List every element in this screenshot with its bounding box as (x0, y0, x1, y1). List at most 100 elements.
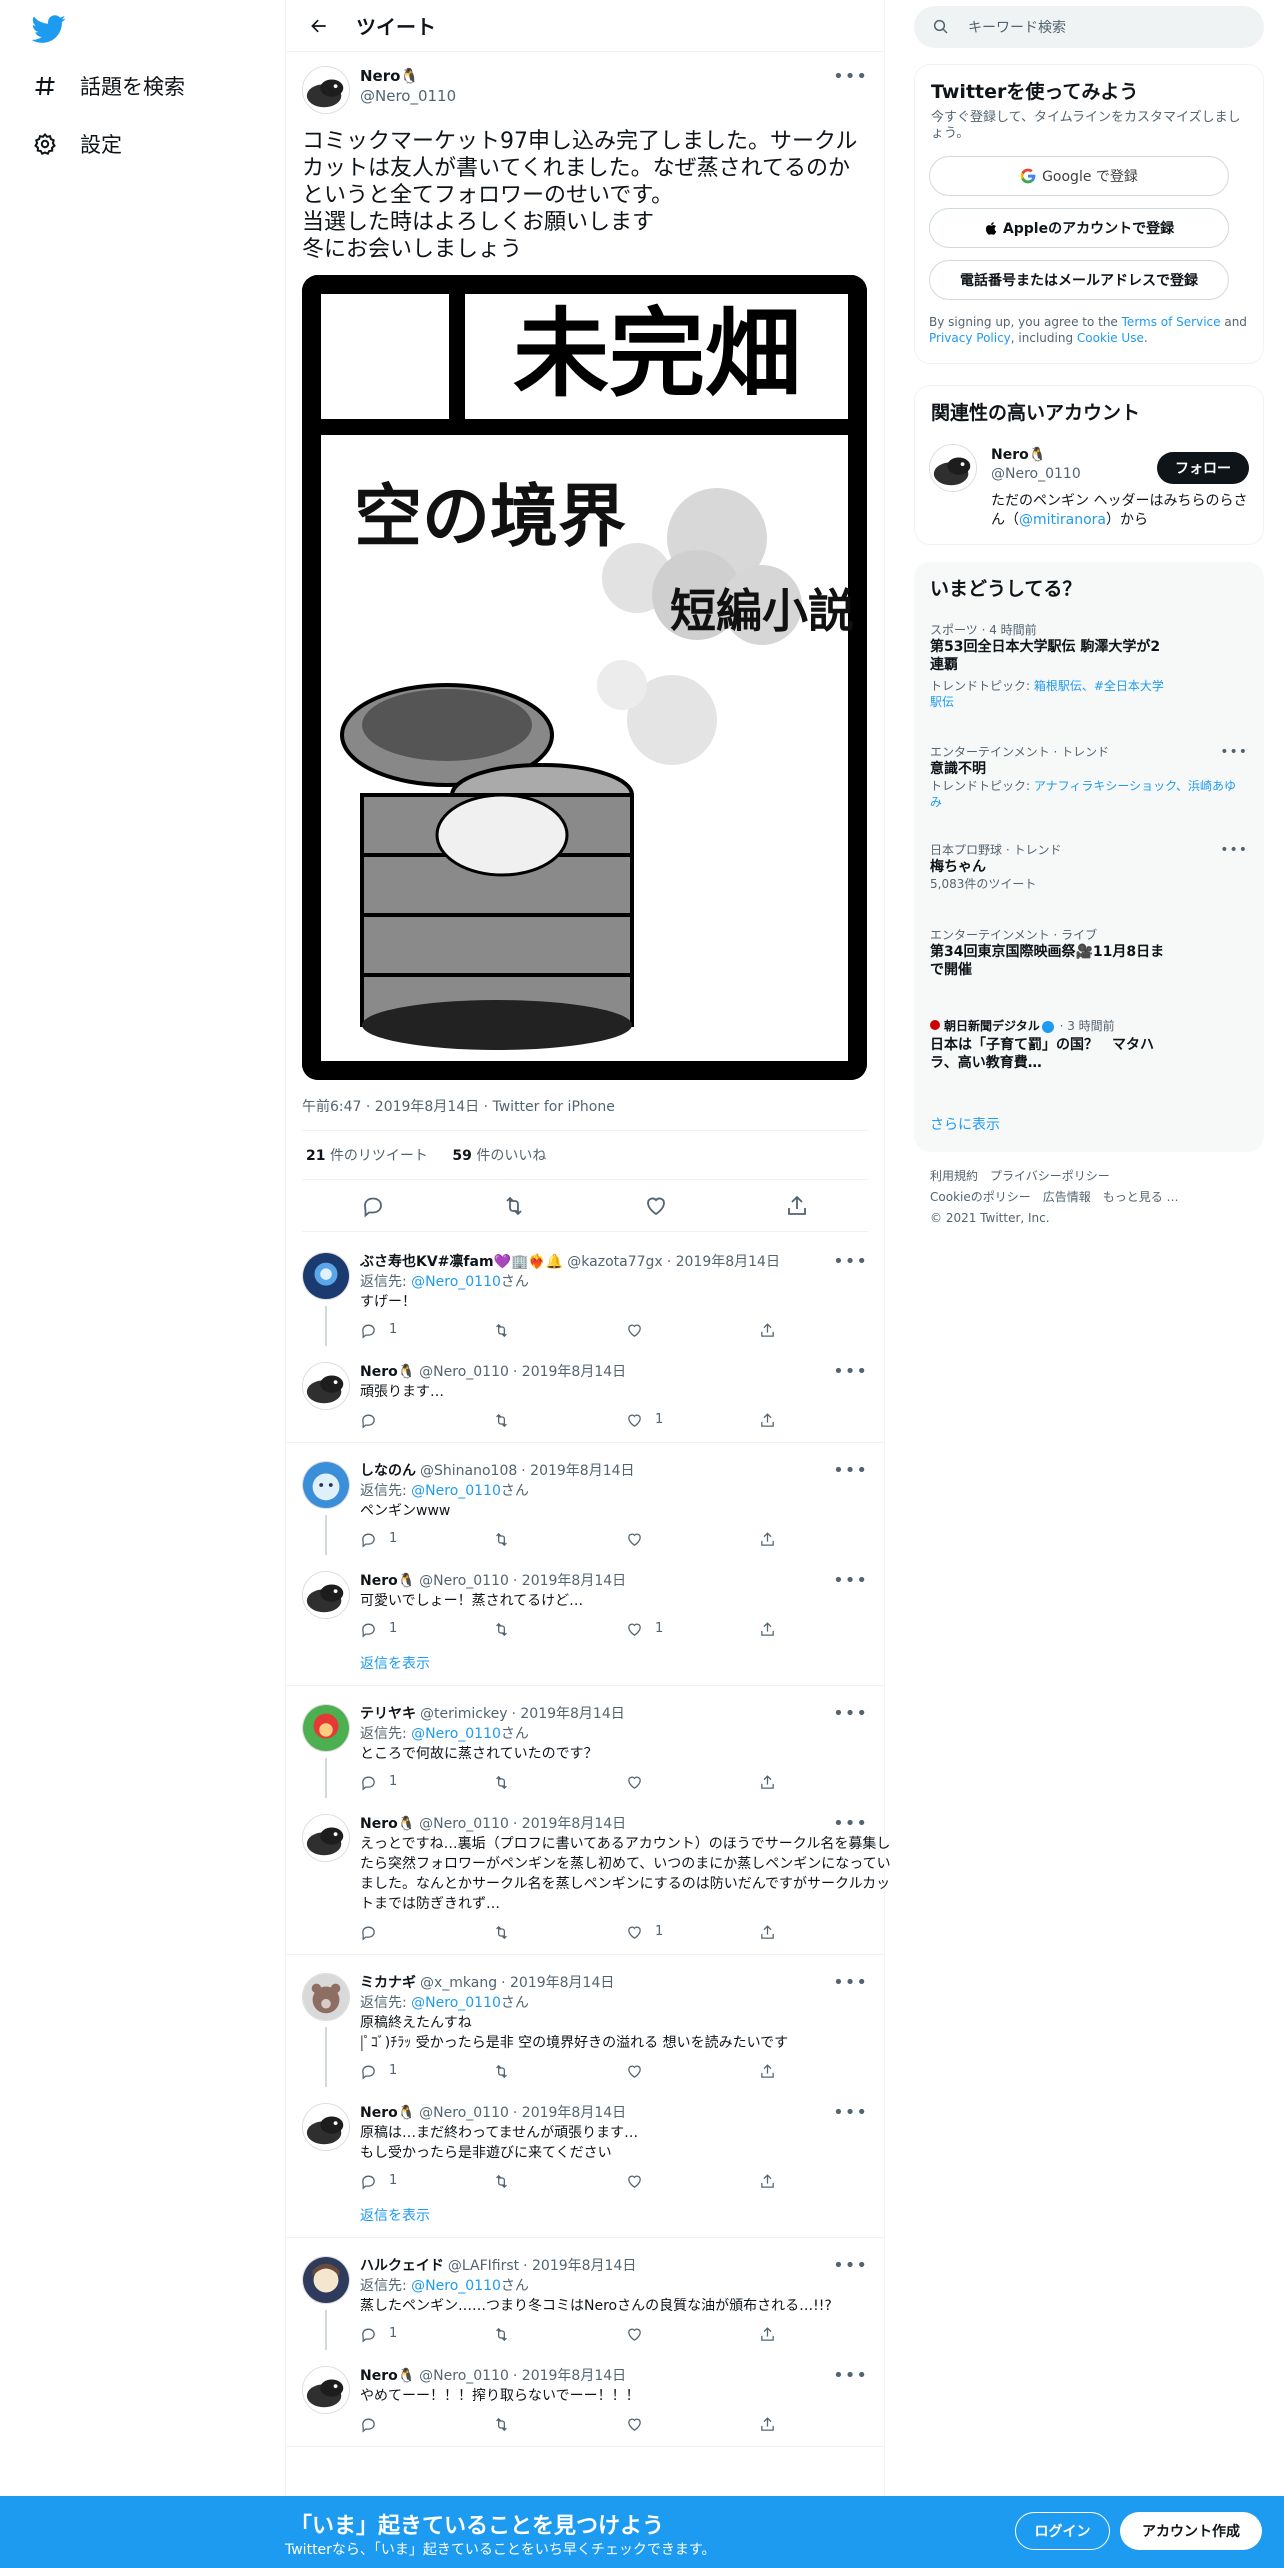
twitter-bird-icon[interactable] (30, 12, 68, 46)
heart-icon[interactable] (626, 1924, 643, 1941)
reply-to-mention[interactable]: @Nero_0110 (411, 1483, 501, 1499)
trend-item[interactable]: 日本プロ野球 · トレンド 梅ちゃん 5,083件のツイート ••• (914, 842, 1264, 892)
heart-icon[interactable] (626, 2173, 643, 2190)
footer-line-2[interactable]: Cookieのポリシー 広告情報 もっと見る … (930, 1187, 1179, 1208)
reply-author-handle[interactable]: @Nero_0110 (419, 2366, 509, 2386)
search-input[interactable]: キーワード検索 (968, 17, 1066, 37)
retweet-icon[interactable] (493, 1531, 510, 1548)
share-icon[interactable] (759, 2063, 776, 2080)
share-icon[interactable] (759, 2416, 776, 2433)
reply-tweet[interactable]: ハルクェイド @LAFIfirst · 2019年8月14日 ••• 返信先: @Ner… (286, 2250, 884, 2360)
apple-signup-button[interactable]: Appleのアカウントで登録 (929, 208, 1229, 248)
retweet-icon[interactable] (493, 1412, 510, 1429)
reply-author-name[interactable]: Nero🐧 (360, 1362, 415, 1382)
reply-date[interactable]: · 2019年8月14日 (523, 2256, 636, 2276)
heart-icon[interactable] (626, 2416, 643, 2433)
reply-date[interactable]: · 2019年8月14日 (513, 2366, 626, 2386)
terms-link[interactable]: Terms of Service (1122, 315, 1221, 329)
reply-tweet[interactable]: ミカナギ @x_mkang · 2019年8月14日 ••• 返信先: @Nero_01… (286, 1967, 884, 2097)
avatar[interactable] (302, 1814, 350, 1862)
heart-icon[interactable] (626, 2063, 643, 2080)
cookie-link[interactable]: Cookie Use (1077, 331, 1144, 345)
retweet-icon[interactable] (493, 2173, 510, 2190)
heart-icon[interactable] (626, 1531, 643, 1548)
reply-icon[interactable] (360, 1621, 377, 1638)
related-name[interactable]: Nero🐧 (991, 446, 1081, 465)
reply-author-handle[interactable]: @Nero_0110 (419, 2103, 509, 2123)
like-stat[interactable]: 59 件のいいね (452, 1148, 546, 1164)
reply-icon[interactable] (360, 2063, 377, 2080)
search-box[interactable]: キーワード検索 (914, 6, 1264, 48)
reply-to-mention[interactable]: @Nero_0110 (411, 1995, 501, 2011)
reply-tweet[interactable]: Nero🐧 @Nero_0110 · 2019年8月14日 ••• えっとですね…裏垢（… (286, 1808, 891, 1954)
show-replies-link[interactable]: 返信を表示 (286, 1651, 884, 1685)
reply-tweet[interactable]: Nero🐧 @Nero_0110 · 2019年8月14日 ••• 原稿は…まだ終わって… (286, 2097, 884, 2203)
privacy-link[interactable]: Privacy Policy (929, 331, 1011, 345)
avatar[interactable] (929, 444, 977, 492)
more-options-icon[interactable]: ••• (833, 2103, 868, 2123)
reply-author-name[interactable]: ミカナギ (360, 1973, 416, 1993)
reply-tweet[interactable]: ぶさ寿也KV#凛fam💜🏢❤️‍🔥🔔 @kazota77gx · 2019年8月14… (286, 1246, 884, 1356)
login-button[interactable]: ログイン (1015, 2512, 1110, 2550)
reply-date[interactable]: · 2019年8月14日 (667, 1252, 780, 1272)
bio-mention-link[interactable]: @mitiranora (1019, 512, 1106, 528)
reply-tweet[interactable]: しなのん @Shinano108 · 2019年8月14日 ••• 返信先: @Nero… (286, 1455, 884, 1565)
reply-icon[interactable] (360, 1924, 377, 1941)
more-options-icon[interactable]: ••• (1220, 842, 1248, 858)
more-options-icon[interactable]: ••• (833, 1571, 868, 1591)
heart-icon[interactable] (626, 1412, 643, 1429)
reply-date[interactable]: · 2019年8月14日 (513, 1814, 626, 1834)
reply-author-name[interactable]: Nero🐧 (360, 2103, 415, 2123)
reply-author-name[interactable]: Nero🐧 (360, 1814, 415, 1834)
heart-icon[interactable] (626, 1774, 643, 1791)
reply-tweet[interactable]: Nero🐧 @Nero_0110 · 2019年8月14日 ••• 頑張ります… 1 (286, 1356, 884, 1442)
reply-author-handle[interactable]: @terimickey (420, 1704, 507, 1724)
reply-date[interactable]: · 2019年8月14日 (521, 1461, 634, 1481)
reply-date[interactable]: · 2019年8月14日 (511, 1704, 624, 1724)
share-icon[interactable] (759, 2173, 776, 2190)
reply-tweet[interactable]: Nero🐧 @Nero_0110 · 2019年8月14日 ••• やめてーー！！！搾り… (286, 2360, 884, 2446)
avatar[interactable] (302, 1571, 350, 1619)
retweet-stat[interactable]: 21 件のリツイート (306, 1148, 428, 1164)
more-options-icon[interactable]: ••• (833, 1461, 868, 1481)
reply-author-name[interactable]: テリヤキ (360, 1704, 416, 1724)
nav-settings[interactable]: 設定 (30, 124, 122, 164)
share-icon[interactable] (785, 1194, 809, 1218)
follow-button[interactable]: フォロー (1157, 452, 1249, 484)
phone-email-signup-button[interactable]: 電話番号またはメールアドレスで登録 (929, 260, 1229, 300)
back-arrow-icon[interactable] (302, 9, 336, 43)
more-options-icon[interactable]: ••• (833, 1973, 868, 1993)
reply-icon[interactable] (360, 2416, 377, 2433)
avatar[interactable] (302, 2256, 350, 2304)
more-options-icon[interactable]: ••• (833, 1704, 868, 1724)
retweet-icon[interactable] (493, 1774, 510, 1791)
footer-line-1[interactable]: 利用規約 プライバシーポリシー (930, 1166, 1179, 1187)
reply-author-name[interactable]: ぶさ寿也KV#凛fam💜🏢❤️‍🔥🔔 (360, 1252, 563, 1272)
reply-date[interactable]: · 2019年8月14日 (501, 1973, 614, 1993)
trend-item[interactable]: 朝日新聞デジタル · 3 時間前 日本は「子育て罰」の国？ マタハラ、高い教育費… (914, 1018, 1264, 1072)
reply-tweet[interactable]: Nero🐧 @Nero_0110 · 2019年8月14日 ••• 可愛いでしょー！蒸さ… (286, 1565, 884, 1651)
tweet-image[interactable]: 未完畑 空の境界 短編小説 (302, 275, 867, 1080)
reply-date[interactable]: · 2019年8月14日 (513, 1362, 626, 1382)
avatar[interactable] (302, 1461, 350, 1509)
heart-icon[interactable] (644, 1194, 668, 1218)
related-handle[interactable]: @Nero_0110 (991, 465, 1081, 484)
heart-icon[interactable] (626, 1322, 643, 1339)
reply-icon[interactable] (360, 2326, 377, 2343)
retweet-icon[interactable] (502, 1194, 526, 1218)
share-icon[interactable] (759, 1531, 776, 1548)
show-more-link[interactable]: さらに表示 (930, 1114, 1000, 1134)
reply-author-name[interactable]: ハルクェイド (360, 2256, 444, 2276)
more-options-icon[interactable]: ••• (833, 66, 868, 87)
reply-icon[interactable] (360, 1531, 377, 1548)
trend-item[interactable]: エンターテインメント · ライブ 第34回東京国際映画祭🎥11月8日まで開催 (914, 927, 1264, 979)
more-options-icon[interactable]: ••• (833, 2366, 868, 2386)
reply-to-mention[interactable]: @Nero_0110 (411, 2278, 501, 2294)
reply-date[interactable]: · 2019年8月14日 (513, 1571, 626, 1591)
more-options-icon[interactable]: ••• (833, 1814, 868, 1834)
retweet-icon[interactable] (493, 1322, 510, 1339)
author-name[interactable]: Nero🐧 (360, 66, 456, 86)
reply-author-name[interactable]: しなのん (360, 1461, 416, 1481)
reply-author-handle[interactable]: @x_mkang (420, 1973, 497, 1993)
trend-item[interactable]: スポーツ · 4 時間前 第53回全日本大学駅伝 駒澤大学が2連覇 トレンドトピ… (914, 622, 1264, 710)
